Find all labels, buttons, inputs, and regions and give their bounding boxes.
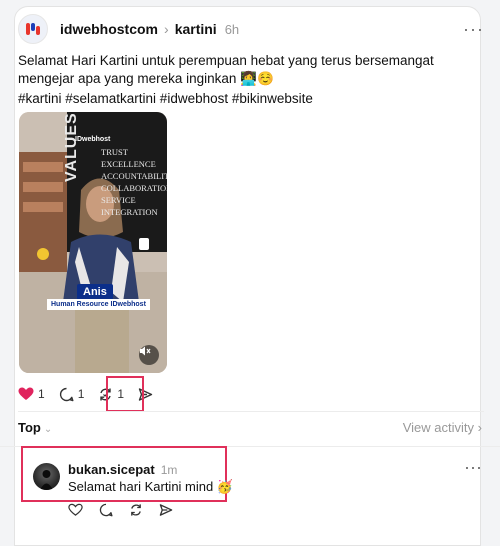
value-item: EXCELLENCE [101,159,156,169]
comment-header: bukan.sicepat 1m [68,462,177,477]
comment-text: Selamat hari Kartini mind 🥳 [68,479,234,494]
chevron-right-icon: › [477,420,482,435]
commenter-username[interactable]: bukan.sicepat [68,462,155,477]
more-options-icon[interactable]: ··· [463,20,484,38]
value-item: SERVICE [101,195,136,205]
value-item: ACCOUNTABILITY [101,171,167,181]
values-vertical-text: VALUES [63,112,80,182]
view-activity-label: View activity [402,420,475,435]
post-hashtags[interactable]: #kartini #selamatkartini #idwebhost #bik… [18,90,313,108]
video-caption-name: Anis [77,284,113,300]
sort-dropdown[interactable]: Top ⌄ [18,420,52,435]
comment-time: 1m [160,463,178,477]
value-item: COLLABORATION [101,183,167,193]
comment-bubble-icon [99,503,113,517]
chevron-down-icon: ⌄ [43,424,53,435]
chevron-right-icon: › [164,21,169,37]
like-button[interactable]: 1 [18,387,45,401]
view-activity-link[interactable]: View activity › [403,420,482,435]
thread-name[interactable]: kartini [175,21,217,37]
send-icon [159,504,173,516]
author-avatar[interactable] [18,14,48,44]
reply-count: 1 [77,387,85,401]
heart-icon [68,503,83,516]
heart-filled-icon [18,387,34,400]
comment-more-options-icon[interactable]: ··· [464,458,482,476]
values-list: TRUST EXCELLENCE ACCOUNTABILITY COLLABOR… [101,146,167,218]
comment-like-button[interactable] [68,503,83,517]
comment-actions [68,503,189,517]
comment-reply-button[interactable] [99,503,113,517]
post-video[interactable]: IDwebhost VALUES TRUST EXCELLENCE ACCOUN… [19,112,167,373]
idwebhost-logo-icon [26,23,40,35]
commenter-avatar[interactable] [33,463,60,490]
value-item: TRUST [101,147,128,157]
post-header: idwebhostcom › kartini 6h ··· [18,14,484,44]
divider [18,411,484,412]
comment-bubble-icon [59,387,74,401]
repost-icon [131,504,141,516]
value-item: INTEGRATION [101,207,158,217]
post-text: Selamat Hari Kartini untuk perempuan heb… [18,53,434,86]
reply-button[interactable]: 1 [59,387,85,402]
mute-button[interactable] [139,345,159,365]
post-time: 6h [224,21,240,37]
avatar-silhouette [40,470,53,490]
sort-label: Top [18,420,41,435]
comment-repost-button[interactable] [129,503,143,517]
speaker-muted-icon [140,346,151,356]
author-username[interactable]: idwebhostcom [60,21,158,37]
post-actions: 1 1 1 [18,382,167,406]
video-caption-role: Human Resource IDwebhost [47,299,150,310]
like-count: 1 [38,387,45,401]
comment-share-button[interactable] [159,503,173,517]
repost-highlight [106,376,144,412]
